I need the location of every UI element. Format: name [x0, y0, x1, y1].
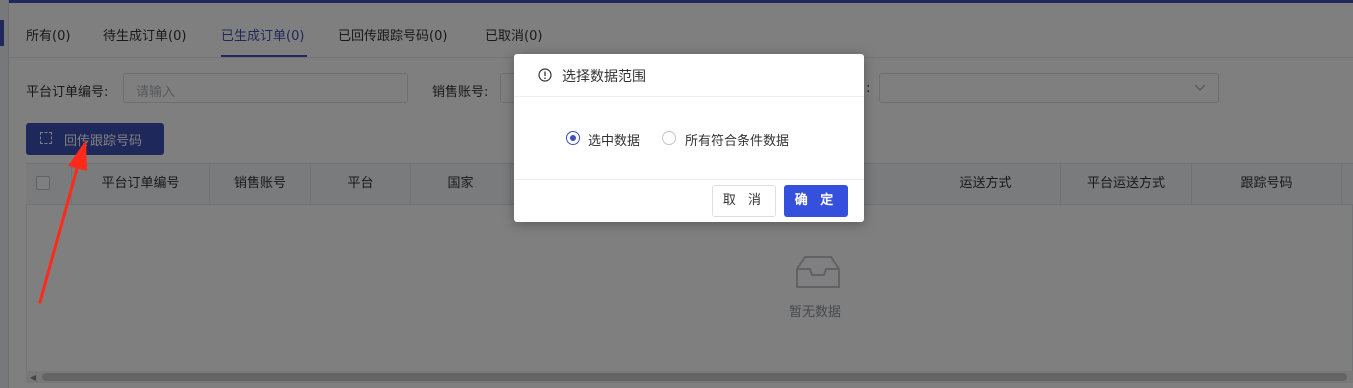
radio-all-matching-data-label[interactable]: 所有符合条件数据: [685, 130, 789, 149]
radio-selected-data[interactable]: [566, 131, 580, 145]
cancel-button[interactable]: 取 消: [712, 185, 776, 217]
confirm-button[interactable]: 确 定: [784, 185, 848, 217]
dialog-title: 选择数据范围: [562, 69, 646, 85]
radio-all-matching-data[interactable]: [662, 131, 676, 145]
select-data-range-dialog: 选择数据范围 选中数据 所有符合条件数据 取 消 确 定: [514, 54, 864, 222]
dialog-header: 选择数据范围: [514, 54, 864, 97]
radio-selected-data-label[interactable]: 选中数据: [588, 130, 640, 149]
info-circle-icon: [538, 68, 552, 82]
